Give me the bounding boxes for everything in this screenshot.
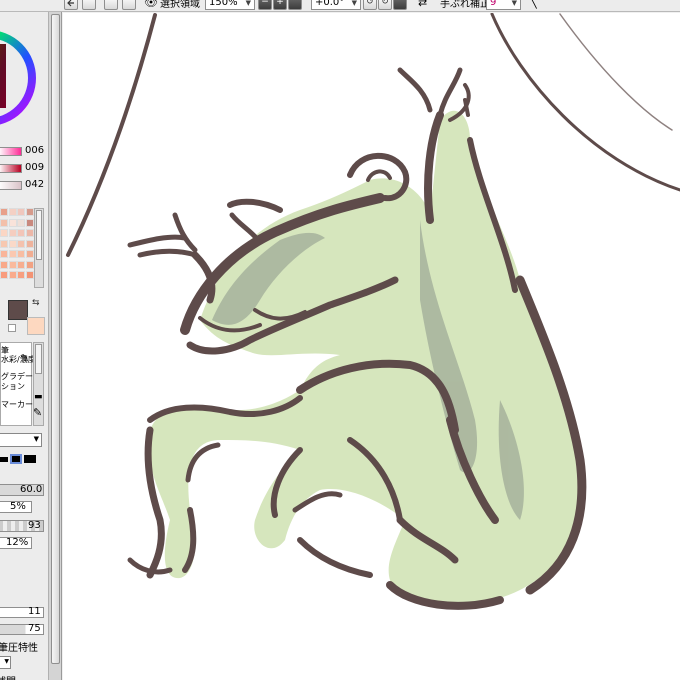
chevron-down-icon: ▼ (351, 0, 357, 7)
blend-value: 12% (6, 537, 29, 548)
brush-shape-option[interactable] (0, 456, 8, 462)
brush-size-value: 60.0 (20, 484, 43, 495)
stabilizer-label: 手ぶれ補正 (440, 0, 490, 10)
stabilizer-value: 9 (490, 0, 497, 8)
color-swatch-cell[interactable] (17, 260, 25, 269)
color-swatch-cell[interactable] (0, 218, 8, 227)
min-size-value: 5% (10, 501, 26, 512)
color-swatch-cell[interactable] (25, 271, 34, 279)
color-swatch-cell[interactable] (8, 239, 17, 248)
chevron-down-icon: ▼ (4, 658, 9, 665)
selection-visibility-label: 選択領域 (159, 0, 200, 10)
transparent-color-icon[interactable] (8, 324, 16, 332)
color-swatch-cell[interactable] (25, 260, 34, 269)
selection-invert-icon[interactable] (82, 0, 96, 10)
color-swatch-cell[interactable] (8, 218, 17, 227)
zoom-reset-button[interactable] (288, 0, 302, 10)
color-swatch-cell[interactable] (0, 271, 8, 279)
pen-pressure-icon[interactable]: ╲ (530, 0, 537, 9)
rotation-reset-button[interactable] (393, 0, 407, 10)
color-swatch-cell[interactable] (0, 260, 8, 269)
color-swatch-cell[interactable] (17, 239, 25, 248)
left-panel-scrollbar[interactable] (48, 12, 62, 680)
color-swatch-cell[interactable] (17, 271, 25, 279)
color-swatch-grid[interactable] (0, 208, 34, 284)
color-swatch-cell[interactable] (25, 239, 34, 248)
red-slider[interactable] (0, 147, 22, 156)
color-wheel[interactable] (0, 12, 36, 150)
brush-shape-option-selected[interactable] (10, 454, 22, 464)
selection-clear-icon[interactable] (104, 0, 118, 10)
tool-item-watercolor[interactable]: 水彩/濃度 (1, 354, 36, 365)
color-swatch-cell[interactable] (17, 218, 25, 227)
zoom-select[interactable]: 150% ▼ (205, 0, 255, 10)
tool-item-marker[interactable]: マーカー (1, 399, 33, 410)
green-slider[interactable] (0, 164, 22, 173)
red-value: 006 (25, 145, 45, 156)
color-swatch-cell[interactable] (0, 229, 8, 237)
green-value: 009 (25, 162, 45, 173)
eyedropper-icon: ✎ (20, 352, 30, 365)
pressure-label: 筆圧特性 (0, 643, 38, 654)
color-swatch-cell[interactable] (8, 260, 17, 269)
top-toolbar: 👁 選択領域 150% ▼ − + +0.0° ▼ ↺ ↻ ⇄ 手ぶれ補正 9 ▼ ╲ (0, 0, 680, 12)
marker-icon: ✎ (33, 406, 43, 419)
stabilizer-select[interactable]: 9 ▼ (486, 0, 521, 10)
zoom-value: 150% (209, 0, 238, 8)
zoom-in-button[interactable]: + (273, 0, 287, 10)
left-tool-panel: 006 009 042 ⇆ 筆 水彩/濃度 グラデー ション マーカー ✎ ▬ … (0, 12, 48, 680)
color-swatch-cell[interactable] (17, 250, 25, 258)
color-swatch-cell[interactable] (25, 250, 34, 258)
drawing-canvas[interactable] (63, 13, 680, 680)
color-swatch-cell[interactable] (8, 250, 17, 258)
chevron-down-icon: ▼ (511, 0, 517, 7)
blue-slider[interactable] (0, 181, 22, 190)
color-swatch-cell[interactable] (17, 208, 25, 216)
rotate-right-icon[interactable]: ↻ (378, 0, 392, 10)
blend-mode-select[interactable]: ▼ (0, 433, 42, 447)
zoom-out-button[interactable]: − (258, 0, 272, 10)
param-b-value: 75 (28, 623, 41, 634)
color-swatch-cell[interactable] (25, 218, 34, 227)
chevron-down-icon: ▼ (245, 0, 251, 7)
selection-fill-icon[interactable] (122, 0, 136, 10)
color-swatch-cell[interactable] (8, 271, 17, 279)
interpolation-label: 補間 (0, 673, 16, 680)
flip-horizontal-icon[interactable]: ⇄ (418, 0, 427, 9)
color-swatch-cell[interactable] (0, 250, 8, 258)
color-swatch-cell[interactable] (0, 208, 8, 216)
color-swatch-cell[interactable] (0, 239, 8, 248)
frog-artwork (66, 13, 680, 610)
density-value: 93 (28, 520, 41, 531)
eye-icon[interactable]: 👁 (144, 0, 158, 9)
param-a-value: 11 (28, 606, 41, 617)
brush-shape-row (0, 452, 44, 466)
sub-color-swatch[interactable] (27, 317, 45, 335)
left-panel-scroll-thumb[interactable] (51, 14, 60, 664)
main-color-swatch[interactable] (8, 300, 28, 320)
rotate-left-icon[interactable]: ↺ (363, 0, 377, 10)
rotation-select[interactable]: +0.0° ▼ (311, 0, 361, 10)
swatch-scrollbar[interactable] (34, 208, 44, 288)
tool-item-gradient-2[interactable]: ション (1, 381, 25, 392)
color-swatch-cell[interactable] (25, 208, 34, 216)
brush-shape-option[interactable] (24, 455, 36, 463)
deselect-icon[interactable] (64, 0, 78, 10)
color-swatch-cell[interactable] (17, 229, 25, 237)
chevron-down-icon: ▼ (33, 435, 39, 443)
color-swatch-cell[interactable] (8, 208, 17, 216)
rotation-value: +0.0° (315, 0, 345, 8)
blue-value: 042 (25, 179, 45, 190)
swap-colors-icon[interactable]: ⇆ (32, 298, 40, 308)
gradient-icon: ▬ (34, 392, 43, 402)
color-swatch-cell[interactable] (25, 229, 34, 237)
pressure-select[interactable]: ▼ (0, 656, 11, 669)
color-swatch-cell[interactable] (8, 229, 17, 237)
